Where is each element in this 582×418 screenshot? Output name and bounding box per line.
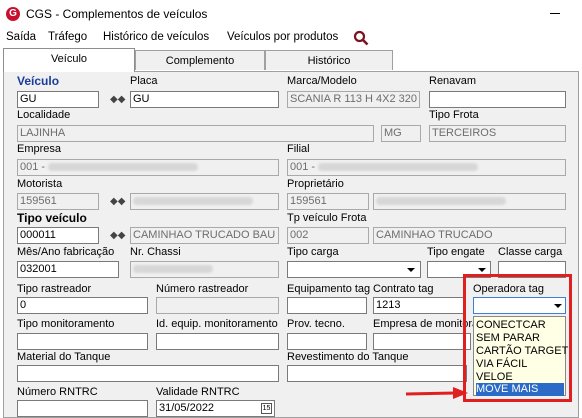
revestimento-tanque-field[interactable]: [287, 365, 467, 382]
tipo-frota-label: Tipo Frota: [429, 109, 479, 121]
tipo-rastreador-label: Tipo rastreador: [17, 283, 92, 295]
option-cartao-target[interactable]: CARTÃO TARGET: [476, 345, 568, 358]
option-via-facil[interactable]: VIA FÁCIL: [476, 358, 564, 371]
proprietario-name-field: [373, 193, 566, 210]
marca-modelo-field: SCANIA R 113 H 4X2 320: [287, 91, 420, 108]
tipo-carga-label: Tipo carga: [287, 246, 339, 258]
mes-ano-fabricacao-field[interactable]: 032001: [17, 261, 119, 278]
operadora-tag-label: Operadora tag: [473, 283, 544, 295]
tab-veiculo[interactable]: Veículo: [3, 48, 135, 72]
placa-label: Placa: [130, 75, 158, 87]
window-title: CGS - Complementos de veículos: [26, 7, 208, 21]
material-tanque-field[interactable]: [17, 365, 279, 382]
calendar-icon[interactable]: 15: [261, 403, 272, 414]
motorista-field: 159561: [17, 193, 99, 210]
empresa-monitora-field[interactable]: [373, 333, 471, 350]
mes-ano-fabricacao-label: Mês/Ano fabricação: [17, 246, 115, 258]
tipo-monitoramento-field[interactable]: [17, 333, 148, 350]
localidade-label: Localidade: [17, 109, 71, 121]
menu-veiculos-por-produtos[interactable]: Veículos por produtos: [227, 31, 338, 43]
localidade-field: LAJINHA: [17, 125, 374, 142]
nr-chassi-field: [130, 261, 279, 278]
search-icon[interactable]: [353, 30, 369, 46]
empresa-field: 001 -: [17, 159, 279, 176]
tipo-veiculo-desc-field: CAMINHAO TRUCADO BAU: [130, 227, 279, 244]
revestimento-tanque-label: Revestimento do Tanque: [287, 351, 409, 363]
renavam-label: Renavam: [429, 75, 477, 87]
menu-historico-veiculos[interactable]: Histórico de veículos: [103, 31, 209, 43]
tp-veiculo-frota-desc-field: CAMINHAO TRUCADO: [373, 227, 566, 244]
motorista-label: Motorista: [17, 178, 63, 190]
tab-historico[interactable]: Histórico: [265, 50, 393, 70]
tipo-rastreador-field[interactable]: 0: [17, 297, 148, 314]
renavam-field[interactable]: [429, 91, 566, 108]
app-logo-icon: G: [6, 7, 20, 21]
proprietario-label: Proprietário: [287, 178, 344, 190]
arrow-right-icon: [405, 387, 468, 399]
chevron-down-icon[interactable]: [404, 263, 417, 276]
equipamento-tag-label: Equipamento tag: [287, 283, 371, 295]
tp-veiculo-frota-label: Tp veículo Frota: [287, 212, 367, 224]
tipo-monitoramento-label: Tipo monitoramento: [17, 318, 115, 330]
binoculars-icon[interactable]: ◆◆: [110, 196, 125, 208]
tipo-engate-label: Tipo engate: [427, 246, 485, 258]
empresa-label: Empresa: [17, 143, 62, 155]
material-tanque-label: Material do Tanque: [17, 351, 111, 363]
tipo-carga-select[interactable]: [287, 261, 421, 278]
empresa-monitora-label: Empresa de monitora: [373, 318, 479, 330]
filial-label: Filial: [287, 143, 310, 155]
option-move-mais[interactable]: MOVE MAIS: [476, 383, 564, 396]
tab-complemento[interactable]: Complemento: [135, 50, 265, 70]
numero-rntrc-field[interactable]: [17, 400, 148, 417]
chevron-down-icon[interactable]: [475, 263, 488, 276]
tp-veiculo-frota-code-field: 002: [287, 227, 369, 244]
chevron-down-icon[interactable]: [551, 299, 564, 312]
contrato-tag-field[interactable]: 1213: [373, 297, 465, 314]
numero-rastreador-label: Número rastreador: [156, 283, 249, 295]
id-equip-monitoramento-label: Id. equip. monitoramento: [156, 318, 278, 330]
proprietario-field: 159561: [287, 193, 369, 210]
nr-chassi-label: Nr. Chassi: [130, 246, 181, 258]
tipo-veiculo-code-field[interactable]: 000011: [17, 227, 99, 244]
binoculars-icon[interactable]: ◆◆: [110, 230, 125, 242]
numero-rntrc-label: Número RNTRC: [17, 386, 98, 398]
marca-modelo-label: Marca/Modelo: [287, 75, 357, 87]
menu-saida[interactable]: Saída: [6, 31, 36, 43]
title-bar: G CGS - Complementos de veículos: [0, 0, 582, 28]
numero-rastreador-field: [156, 297, 279, 314]
tipo-frota-field: TERCEIROS: [429, 125, 566, 142]
contrato-tag-label: Contrato tag: [373, 283, 434, 295]
tipo-veiculo-label: Tipo veículo: [17, 211, 87, 225]
filial-field: 001 -: [287, 159, 566, 176]
placa-field[interactable]: GU: [130, 91, 279, 108]
classe-carga-select[interactable]: [498, 261, 566, 278]
classe-carga-label: Classe carga: [498, 246, 563, 258]
veiculo-label: Veículo: [17, 74, 60, 88]
minimize-button[interactable]: [538, 2, 572, 24]
localidade-uf-field: MG: [381, 125, 421, 142]
validade-rntrc-label: Validade RNTRC: [156, 386, 240, 398]
prov-tecno-label: Prov. tecno.: [287, 318, 345, 330]
motorista-name-field: [130, 193, 279, 210]
prov-tecno-field[interactable]: [287, 333, 367, 350]
option-sem-parar[interactable]: SEM PARAR: [476, 332, 564, 345]
validade-rntrc-field[interactable]: 31/05/2022 15: [156, 400, 275, 417]
binoculars-icon[interactable]: ◆◆: [110, 94, 125, 106]
operadora-tag-options-list: CONECTCAR SEM PARAR CARTÃO TARGET VIA FÁ…: [473, 316, 568, 396]
option-conectcar[interactable]: CONECTCAR: [476, 319, 564, 332]
veiculo-field[interactable]: GU: [17, 91, 99, 108]
equipamento-tag-field[interactable]: [287, 297, 367, 314]
menu-trafego[interactable]: Tráfego: [48, 31, 87, 43]
id-equip-monitoramento-field[interactable]: [156, 333, 279, 350]
menu-bar: Saída Tráfego Histórico de veículos Veíc…: [0, 28, 582, 48]
